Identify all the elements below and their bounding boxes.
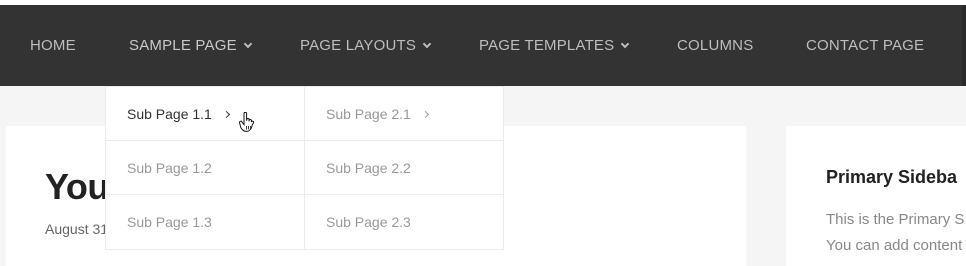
chevron-down-icon	[621, 39, 630, 49]
submenu-item-label: Sub Page 2.1	[326, 106, 411, 122]
nav-item-home[interactable]: HOME	[30, 5, 76, 86]
nav-item-label: PAGE LAYOUTS	[300, 37, 417, 54]
nav-item-page-templates[interactable]: PAGE TEMPLATES	[479, 5, 630, 86]
chevron-down-icon	[243, 39, 253, 49]
hand-pointer-cursor-icon	[239, 112, 255, 132]
submenu-sub-page-1-1: Sub Page 2.1 Sub Page 2.2 Sub Page 2.3	[304, 86, 504, 250]
sidebar-widget-title: Primary Sideba	[826, 167, 958, 187]
submenu-item-sub-page-2-2[interactable]: Sub Page 2.2	[305, 141, 503, 195]
sidebar-widget-text: This is the Primary S	[826, 211, 965, 228]
submenu-item-sub-page-2-1[interactable]: Sub Page 2.1	[305, 87, 503, 141]
post-date[interactable]: August 31	[45, 221, 108, 237]
submenu-item-label: Sub Page 1.2	[127, 160, 212, 176]
nav-item-page-layouts[interactable]: PAGE LAYOUTS	[300, 5, 432, 86]
submenu-item-label: Sub Page 2.3	[326, 214, 411, 230]
scrollbar-edge	[962, 5, 966, 86]
nav-item-sample-page[interactable]: SAMPLE PAGE	[129, 5, 253, 86]
submenu-sample-page: Sub Page 1.1 Sub Page 1.2 Sub Page 1.3	[105, 86, 305, 250]
submenu-item-sub-page-2-3[interactable]: Sub Page 2.3	[305, 195, 503, 249]
nav-item-label: COLUMNS	[677, 37, 754, 54]
submenu-item-label: Sub Page 1.3	[127, 214, 212, 230]
submenu-item-sub-page-1-2[interactable]: Sub Page 1.2	[106, 141, 304, 195]
primary-navigation: HOME SAMPLE PAGE PAGE LAYOUTS PAGE TEMPL…	[0, 5, 966, 86]
nav-item-label: CONTACT PAGE	[806, 37, 925, 54]
submenu-item-sub-page-1-3[interactable]: Sub Page 1.3	[106, 195, 304, 249]
nav-item-columns[interactable]: COLUMNS	[677, 5, 753, 86]
nav-item-contact-page[interactable]: CONTACT PAGE	[806, 5, 924, 86]
chevron-right-icon	[421, 110, 429, 119]
nav-item-label: SAMPLE PAGE	[129, 37, 237, 54]
nav-item-label: PAGE TEMPLATES	[479, 37, 615, 54]
nav-item-label: HOME	[30, 37, 76, 54]
submenu-item-label: Sub Page 1.1	[127, 106, 212, 122]
submenu-item-sub-page-1-1[interactable]: Sub Page 1.1	[106, 87, 304, 141]
post-title[interactable]: You	[45, 166, 109, 208]
submenu-item-label: Sub Page 2.2	[326, 160, 411, 176]
sidebar-widget-text: You can add content	[826, 237, 963, 254]
chevron-right-icon	[222, 110, 230, 119]
chevron-down-icon	[422, 39, 432, 49]
